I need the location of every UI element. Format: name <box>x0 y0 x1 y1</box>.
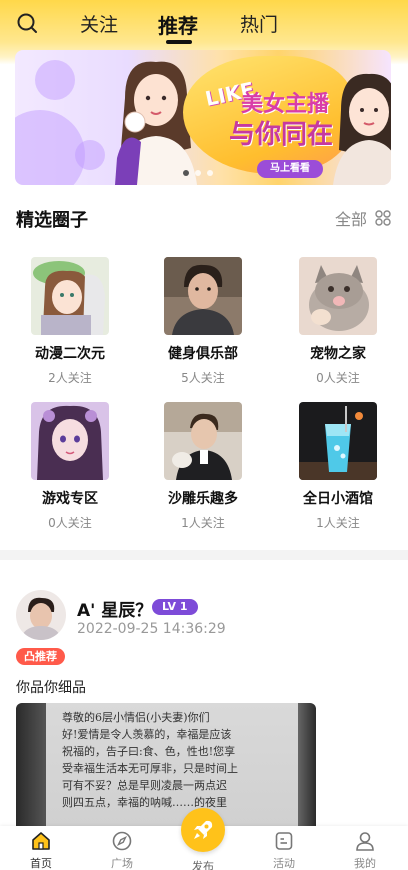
post-username[interactable]: A' 星辰？ <box>77 596 152 621</box>
banner-bubble <box>15 110 85 185</box>
banner-cta-button[interactable]: 马上看看 <box>257 160 323 178</box>
grid-icon[interactable] <box>375 210 391 226</box>
banner-dot[interactable] <box>183 170 189 176</box>
post-image-note-text: 尊敬的6层小情侣(小夫妻)你们 好!爱情是令人羡慕的，幸福是应该 祝福的，告子曰… <box>62 711 238 809</box>
banner-title-line2: 与你同在 <box>229 120 334 150</box>
circle-follow-count: 5人关注 <box>181 371 225 385</box>
circle-follow-count: 2人关注 <box>48 371 92 385</box>
banner-host-image-2 <box>333 73 391 185</box>
circle-name: 宠物之家 <box>310 346 366 362</box>
view-all-link[interactable]: 全部 <box>335 206 367 230</box>
tab-recommend[interactable]: 推荐 <box>158 10 198 39</box>
banner-bubble <box>35 60 75 100</box>
post-text: 你品你细品 <box>16 680 86 696</box>
circle-card-anime[interactable]: 动漫二次元 2人关注 <box>5 257 135 397</box>
post-image[interactable]: 尊敬的6层小情侣(小夫妻)你们 好!爱情是令人羡慕的，幸福是应该 祝福的，告子曰… <box>16 703 316 843</box>
banner-bubble <box>75 140 105 170</box>
circle-name: 游戏专区 <box>42 491 98 507</box>
circle-card-pets[interactable]: 宠物之家 0人关注 <box>273 257 403 397</box>
publish-button[interactable] <box>181 808 225 852</box>
tab-follow[interactable]: 关注 <box>80 10 118 37</box>
circle-cover-image <box>31 402 109 480</box>
nav-item-label: 活动 <box>273 857 295 870</box>
avatar[interactable] <box>16 590 66 640</box>
circle-cover-image <box>164 402 242 480</box>
tab-hot[interactable]: 热门 <box>240 10 278 37</box>
banner-dot[interactable] <box>207 170 213 176</box>
nav-item-profile[interactable]: 我的 <box>340 830 390 870</box>
circle-name: 健身俱乐部 <box>168 346 238 362</box>
rocket-icon <box>194 820 213 839</box>
circle-follow-count: 1人关注 <box>181 516 225 530</box>
app-screen: 关注 推荐 热门 LIKE 美女主播 与你同在 马上看看 精选圈子 全部 动漫二… <box>0 0 408 870</box>
banner-pagination <box>183 170 213 176</box>
circle-cover-image <box>299 402 377 480</box>
nav-item-label: 广场 <box>111 857 133 870</box>
nav-item-home[interactable]: 首页 <box>16 830 66 870</box>
post-image-shadow <box>298 703 316 843</box>
user-icon <box>356 832 374 851</box>
circle-name: 沙雕乐趣多 <box>168 491 238 507</box>
circle-card-bar[interactable]: 全日小酒馆 1人关注 <box>273 402 403 542</box>
promo-banner[interactable]: LIKE 美女主播 与你同在 马上看看 <box>15 50 391 185</box>
circle-follow-count: 0人关注 <box>316 371 360 385</box>
nav-item-square[interactable]: 广场 <box>97 830 147 870</box>
activity-icon <box>275 832 293 850</box>
recommend-badge: 凸推荐 <box>16 648 65 665</box>
banner-dot[interactable] <box>195 170 201 176</box>
circle-cover-image <box>31 257 109 335</box>
level-badge: LV 1 <box>152 599 198 615</box>
section-title: 精选圈子 <box>16 210 88 231</box>
top-nav: 关注 推荐 热门 <box>0 0 408 46</box>
publish-label: 发布 <box>192 860 214 870</box>
active-tab-indicator <box>166 40 192 44</box>
nav-item-label: 首页 <box>30 857 52 870</box>
home-icon <box>32 832 50 850</box>
circle-cover-image <box>299 257 377 335</box>
circle-card-games[interactable]: 游戏专区 0人关注 <box>5 402 135 542</box>
post-image-shadow <box>16 703 46 843</box>
compass-icon <box>112 831 132 851</box>
section-divider <box>0 550 408 560</box>
circle-card-funny[interactable]: 沙雕乐趣多 1人关注 <box>138 402 268 542</box>
circle-name: 动漫二次元 <box>35 346 105 362</box>
post-timestamp: 2022-09-25 14:36:29 <box>77 621 226 637</box>
circle-follow-count: 0人关注 <box>48 516 92 530</box>
circle-cover-image <box>164 257 242 335</box>
circle-follow-count: 1人关注 <box>316 516 360 530</box>
nav-item-activity[interactable]: 活动 <box>259 830 309 870</box>
circle-name: 全日小酒馆 <box>303 491 373 507</box>
nav-item-label: 我的 <box>354 857 376 870</box>
search-icon[interactable] <box>16 12 38 34</box>
circle-card-fitness[interactable]: 健身俱乐部 5人关注 <box>138 257 268 397</box>
